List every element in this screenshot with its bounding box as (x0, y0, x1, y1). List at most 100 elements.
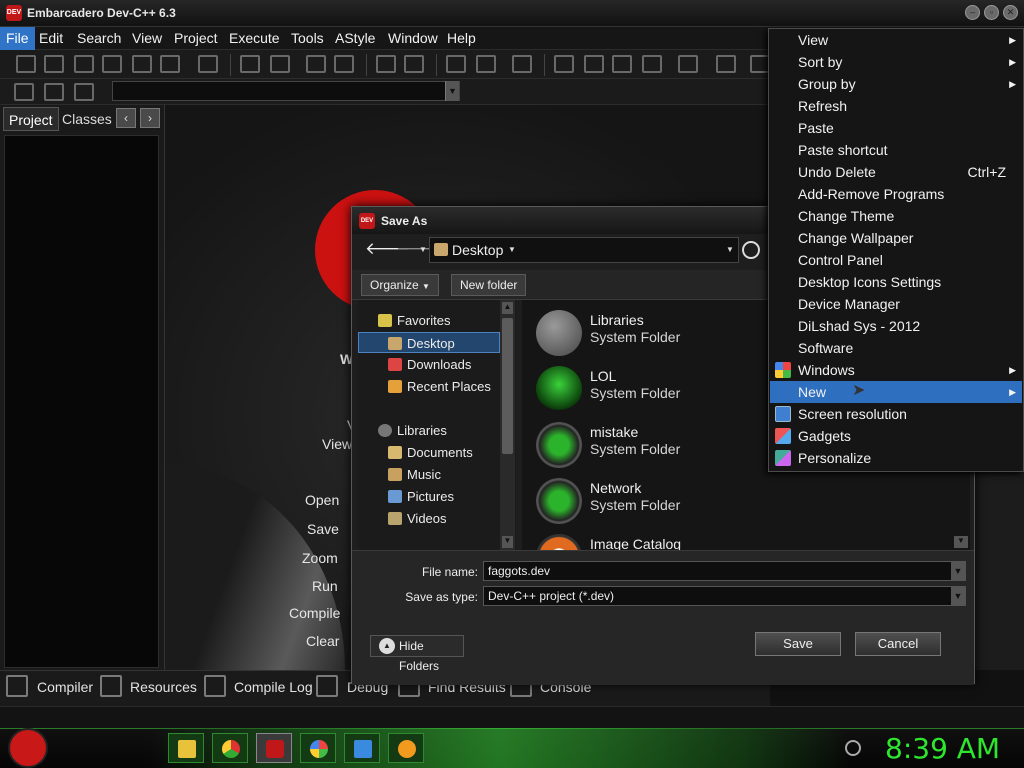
add-to-project-icon[interactable] (446, 55, 466, 73)
address-bar[interactable]: Desktop ▼ ▼ (429, 237, 739, 263)
cancel-button[interactable]: Cancel (855, 632, 941, 656)
find-icon[interactable] (240, 55, 260, 73)
nav-scroll-thumb[interactable] (502, 318, 513, 454)
nav-pictures[interactable]: Pictures (388, 486, 454, 507)
context-menu-item-personalize[interactable]: Personalize (770, 447, 1022, 469)
context-menu-item-change-theme[interactable]: Change Theme (770, 205, 1022, 227)
history-dropdown-icon[interactable]: ▼ (419, 245, 427, 254)
save-all-icon[interactable] (102, 55, 122, 73)
run-icon[interactable] (584, 55, 604, 73)
taskbar-explorer[interactable] (168, 733, 204, 763)
open-icon[interactable] (44, 55, 64, 73)
stop-icon[interactable] (716, 55, 736, 73)
address-location[interactable]: Desktop (452, 242, 503, 258)
context-menu-item-windows[interactable]: Windows ▶ (770, 359, 1022, 381)
context-menu-item-gadgets[interactable]: Gadgets (770, 425, 1022, 447)
nav-downloads[interactable]: Downloads (388, 354, 471, 375)
menu-file[interactable]: File (0, 27, 35, 50)
context-menu-item-view[interactable]: View ▶ (770, 29, 1022, 51)
nav-videos[interactable]: Videos (388, 508, 447, 529)
file-name-field[interactable]: faggots.dev ▼ (483, 561, 966, 581)
file-item[interactable]: Network System Folder (536, 474, 836, 530)
nav-music[interactable]: Music (388, 464, 441, 485)
menu-help[interactable]: Help (441, 27, 482, 50)
remove-from-project-icon[interactable] (476, 55, 496, 73)
tab-compile-log[interactable]: Compile Log (234, 679, 313, 695)
welcome-compile-link[interactable]: Compile (289, 605, 340, 621)
taskbar-window-app[interactable] (344, 733, 380, 763)
indent-icon[interactable] (306, 55, 326, 73)
chevron-down-icon[interactable]: ▼ (951, 587, 965, 605)
context-menu-item-new[interactable]: New ▶ ➤ (770, 381, 1022, 403)
print-icon[interactable] (198, 55, 218, 73)
redo-icon[interactable] (404, 55, 424, 73)
context-menu-item-undo-delete[interactable]: Undo Delete Ctrl+Z (770, 161, 1022, 183)
welcome-clear-link[interactable]: Clear (306, 633, 339, 649)
nav-recent-places[interactable]: Recent Places (388, 376, 491, 397)
context-menu-item-device-manager[interactable]: Device Manager (770, 293, 1022, 315)
menu-tools[interactable]: Tools (285, 27, 330, 50)
taskbar-search[interactable] (388, 733, 424, 763)
context-menu-item-screen-resolution[interactable]: Screen resolution (770, 403, 1022, 425)
project-tree[interactable] (4, 135, 159, 668)
nav-documents[interactable]: Documents (388, 442, 473, 463)
replace-icon[interactable] (270, 55, 290, 73)
welcome-open-link[interactable]: Open (305, 492, 339, 508)
menu-search[interactable]: Search (71, 27, 127, 50)
minimize-button[interactable]: – (965, 5, 980, 20)
close-file-icon[interactable] (132, 55, 152, 73)
organize-button[interactable]: Organize ▼ (361, 274, 439, 296)
tray-icon[interactable] (845, 740, 861, 756)
menu-execute[interactable]: Execute (223, 27, 286, 50)
welcome-run-link[interactable]: Run (312, 578, 338, 594)
menu-view[interactable]: View (126, 27, 168, 50)
tab-prev-button[interactable]: ‹ (116, 108, 136, 128)
scroll-up-icon[interactable]: ▲ (502, 302, 513, 314)
nav-scrollbar[interactable]: ▲ ▼ (500, 300, 515, 550)
bookmark-icon[interactable] (44, 83, 64, 101)
menu-astyle[interactable]: AStyle (329, 27, 381, 50)
chevron-down-icon[interactable]: ▼ (951, 562, 965, 580)
check-icon[interactable] (678, 55, 698, 73)
file-scroll-down-icon[interactable]: ▼ (954, 536, 968, 548)
tab-next-button[interactable]: › (140, 108, 160, 128)
undo-icon[interactable] (376, 55, 396, 73)
menu-project[interactable]: Project (168, 27, 224, 50)
close-all-icon[interactable] (160, 55, 180, 73)
close-button[interactable]: ✕ (1003, 5, 1018, 20)
goto-icon[interactable] (14, 83, 34, 101)
welcome-zoom-link[interactable]: Zoom (302, 550, 338, 566)
tab-project[interactable]: Project (3, 107, 59, 131)
nav-libraries[interactable]: Libraries (378, 420, 447, 441)
chart-icon[interactable] (750, 55, 770, 73)
project-options-icon[interactable] (512, 55, 532, 73)
class-combo[interactable]: ▼ (112, 81, 460, 101)
nav-favorites[interactable]: Favorites (378, 310, 450, 331)
unindent-icon[interactable] (334, 55, 354, 73)
context-menu-item-group-by[interactable]: Group by ▶ (770, 73, 1022, 95)
save-button[interactable]: Save (755, 632, 841, 656)
menu-edit[interactable]: Edit (33, 27, 69, 50)
context-menu-item-control-panel[interactable]: Control Panel (770, 249, 1022, 271)
hide-folders-button[interactable]: ▲ Hide Folders (370, 635, 464, 673)
context-menu-item-change-wallpaper[interactable]: Change Wallpaper (770, 227, 1022, 249)
tab-compiler[interactable]: Compiler (37, 679, 93, 695)
taskbar-chrome[interactable] (212, 733, 248, 763)
welcome-view-link[interactable]: View (322, 436, 352, 452)
context-menu-item-refresh[interactable]: Refresh (770, 95, 1022, 117)
tab-classes[interactable]: Classes (57, 107, 117, 131)
save-icon[interactable] (74, 55, 94, 73)
taskbar-windows[interactable] (300, 733, 336, 763)
welcome-save-link[interactable]: Save (307, 521, 339, 537)
save-type-select[interactable]: Dev-C++ project (*.dev) ▼ (483, 586, 966, 606)
new-file-icon[interactable] (16, 55, 36, 73)
compile-run-icon[interactable] (612, 55, 632, 73)
tab-resources[interactable]: Resources (130, 679, 197, 695)
maximize-button[interactable]: ▫ (984, 5, 999, 20)
context-menu-item-dilshad-sys[interactable]: DiLshad Sys - 2012 (770, 315, 1022, 337)
address-dropdown-icon[interactable]: ▼ (726, 245, 734, 254)
context-menu-item-sort-by[interactable]: Sort by ▶ (770, 51, 1022, 73)
nav-desktop[interactable]: Desktop (358, 332, 500, 353)
taskbar-devcpp[interactable] (256, 733, 292, 763)
context-menu-item-paste[interactable]: Paste (770, 117, 1022, 139)
